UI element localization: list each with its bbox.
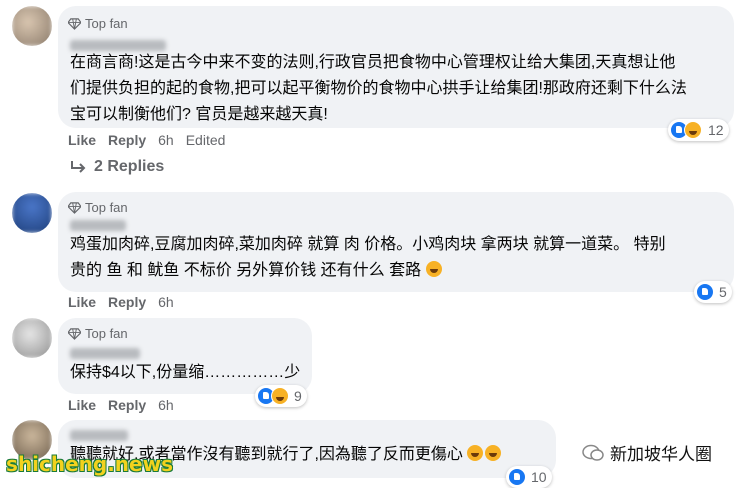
- channel-watermark: 新加坡华人圈: [582, 440, 712, 465]
- commenter-name[interactable]: [70, 348, 140, 359]
- diamond-icon: [68, 328, 81, 340]
- comment-text: 保持$4以下,份量缩……………少: [70, 364, 301, 381]
- reaction-summary[interactable]: 12: [668, 119, 729, 141]
- comment-bubble: Top fan 在商言商!这是古今中来不变的法则,行政官员把食物中心管理权让给大…: [58, 6, 734, 128]
- site-watermark: shicheng.news: [6, 452, 173, 476]
- timestamp[interactable]: 6h: [158, 132, 174, 148]
- comment-bubble: Top fan 保持$4以下,份量缩……………少: [58, 318, 312, 394]
- comment-actions: Like Reply 6h: [68, 397, 174, 413]
- diamond-icon: [68, 18, 81, 30]
- top-fan-badge: Top fan: [68, 200, 128, 215]
- comment-actions: Like Reply 6h Edited: [68, 132, 225, 148]
- reaction-count: 5: [719, 284, 727, 300]
- replies-label: 2 Replies: [94, 158, 165, 175]
- laughing-emoji-icon: [425, 261, 442, 277]
- like-button[interactable]: Like: [68, 132, 96, 148]
- haha-reaction-icon: [271, 387, 289, 405]
- reply-button[interactable]: Reply: [108, 132, 146, 148]
- reply-arrow-icon: [71, 161, 86, 173]
- avatar[interactable]: [12, 6, 52, 46]
- reaction-count: 12: [708, 122, 724, 138]
- reaction-count: 9: [294, 388, 302, 404]
- avatar[interactable]: [12, 318, 52, 358]
- like-reaction-icon: [508, 468, 526, 486]
- like-button[interactable]: Like: [68, 294, 96, 310]
- reply-button[interactable]: Reply: [108, 397, 146, 413]
- reaction-summary[interactable]: 9: [255, 385, 307, 407]
- like-button[interactable]: Like: [68, 397, 96, 413]
- view-replies-button[interactable]: 2 Replies: [70, 158, 164, 176]
- comment-actions: Like Reply 6h: [68, 294, 174, 310]
- wechat-icon: [582, 444, 604, 461]
- badge-label: Top fan: [85, 200, 128, 215]
- badge-label: Top fan: [85, 16, 128, 31]
- reaction-summary[interactable]: 5: [694, 281, 732, 303]
- comment-text: 在商言商!这是古今中来不变的法则,行政官员把食物中心管理权让给大集团,天真想让他…: [70, 54, 687, 123]
- reaction-summary[interactable]: 10: [506, 466, 552, 488]
- reaction-count: 10: [531, 469, 547, 485]
- commenter-name[interactable]: [70, 220, 126, 231]
- reply-button[interactable]: Reply: [108, 294, 146, 310]
- haha-reaction-icon: [684, 121, 702, 139]
- top-fan-badge: Top fan: [68, 16, 128, 31]
- commenter-name[interactable]: [70, 430, 128, 441]
- top-fan-badge: Top fan: [68, 326, 128, 341]
- badge-label: Top fan: [85, 326, 128, 341]
- avatar[interactable]: [12, 193, 52, 233]
- comment-text: 鸡蛋加肉碎,豆腐加肉碎,菜加肉碎 就算 肉 价格。小鸡肉块 拿两块 就算一道菜。…: [70, 236, 666, 279]
- comment-bubble: Top fan 鸡蛋加肉碎,豆腐加肉碎,菜加肉碎 就算 肉 价格。小鸡肉块 拿两…: [58, 192, 734, 292]
- timestamp[interactable]: 6h: [158, 397, 174, 413]
- laughing-emoji-icon: [485, 445, 502, 461]
- timestamp[interactable]: 6h: [158, 294, 174, 310]
- diamond-icon: [68, 202, 81, 214]
- edited-label[interactable]: Edited: [186, 132, 226, 148]
- laughing-emoji-icon: [467, 445, 484, 461]
- like-reaction-icon: [696, 283, 714, 301]
